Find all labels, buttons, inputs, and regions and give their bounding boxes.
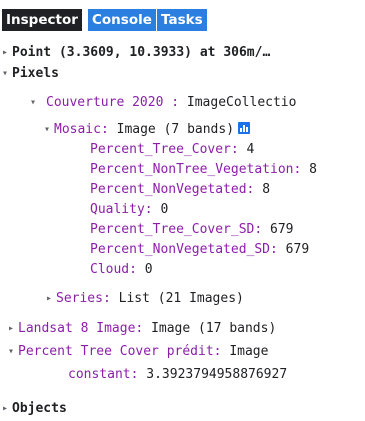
mosaic-type: Image (7 bands) <box>116 122 235 137</box>
band-name: Percent_NonVegetated: <box>90 182 255 197</box>
constant-row: constant: 3.3923794958876927 <box>68 366 287 384</box>
band-name: Percent_Tree_Cover_SD: <box>90 222 263 237</box>
caret-right-icon[interactable]: ▸ <box>2 400 12 418</box>
band-row: Percent_NonVegetated: 8 <box>90 181 270 199</box>
predicted-type: Image <box>229 344 269 359</box>
landsat-type: Image (17 bands) <box>151 321 277 336</box>
band-value: 8 <box>262 182 271 197</box>
caret-down-icon[interactable]: ▾ <box>44 121 54 139</box>
band-name: Percent_NonVegetated_SD: <box>90 242 278 257</box>
point-label: Point (3.3609, 10.3933) at 306m/… <box>12 45 271 60</box>
caret-down-icon[interactable]: ▾ <box>30 94 40 112</box>
tab-console[interactable]: Console <box>88 9 156 31</box>
caret-down-icon[interactable]: ▾ <box>8 343 18 361</box>
mosaic-row[interactable]: ▾ Mosaic: Image (7 bands) <box>44 121 251 139</box>
predicted-name: Percent Tree Cover prédit: <box>18 344 222 359</box>
band-value: 0 <box>160 202 169 217</box>
landsat-name: Landsat 8 Image: <box>18 321 144 336</box>
band-name: Percent_NonTree_Vegetation: <box>90 162 302 177</box>
caret-right-icon[interactable]: ▸ <box>8 320 18 338</box>
objects-row[interactable]: ▸ Objects <box>2 400 67 418</box>
pixels-label: Pixels <box>12 66 59 81</box>
band-name: Quality: <box>90 202 153 217</box>
band-value: 8 <box>309 162 317 177</box>
caret-down-icon[interactable]: ▾ <box>2 65 12 83</box>
band-value: 0 <box>144 262 153 277</box>
predicted-row[interactable]: ▾ Percent Tree Cover prédit: Image <box>8 343 268 361</box>
inspector-tab-bar: Inspector Console Tasks <box>0 0 365 31</box>
mosaic-name: Mosaic: <box>54 122 109 137</box>
caret-right-icon[interactable]: ▸ <box>2 44 12 62</box>
collection-row[interactable]: ▾ Couverture 2020 : ImageCollectio <box>30 94 296 112</box>
constant-value: 3.3923794958876927 <box>146 367 288 382</box>
band-name: Percent_Tree_Cover: <box>90 142 239 157</box>
collection-type: ImageCollectio <box>186 95 297 110</box>
series-type: List (21 Images) <box>118 291 244 306</box>
tab-inspector[interactable]: Inspector <box>2 9 82 31</box>
band-value: 679 <box>285 242 310 257</box>
series-name: Series: <box>56 291 111 306</box>
point-row[interactable]: ▸ Point (3.3609, 10.3933) at 306m/… <box>2 44 270 62</box>
constant-label: constant: <box>68 367 139 382</box>
band-row: Percent_NonTree_Vegetation: 8 <box>90 161 317 179</box>
chart-icon[interactable] <box>238 122 251 134</box>
objects-label: Objects <box>12 401 67 416</box>
collection-name: Couverture 2020 : <box>46 95 180 110</box>
band-row: Percent_NonVegetated_SD: 679 <box>90 241 309 259</box>
band-value: 679 <box>270 222 294 237</box>
caret-right-icon[interactable]: ▸ <box>46 290 56 308</box>
pixels-row[interactable]: ▾ Pixels <box>2 65 59 83</box>
landsat-row[interactable]: ▸ Landsat 8 Image: Image (17 bands) <box>8 320 276 338</box>
band-row: Cloud: 0 <box>90 261 153 279</box>
band-row: Percent_Tree_Cover_SD: 679 <box>90 221 294 239</box>
series-row[interactable]: ▸ Series: List (21 Images) <box>46 290 244 308</box>
band-row: Quality: 0 <box>90 201 168 219</box>
tab-tasks[interactable]: Tasks <box>157 9 207 31</box>
band-row: Percent_Tree_Cover: 4 <box>90 141 254 159</box>
band-name: Cloud: <box>90 262 137 277</box>
band-value: 4 <box>246 142 255 157</box>
